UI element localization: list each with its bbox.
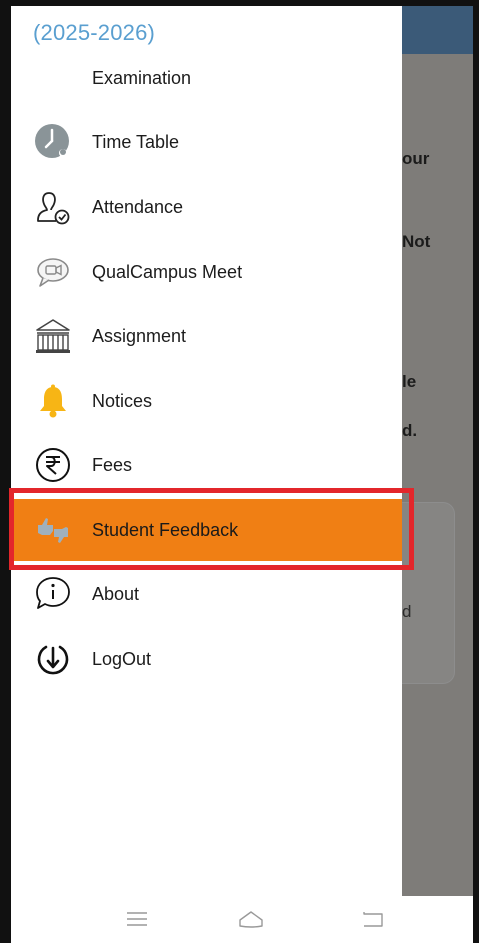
building-icon [33,316,73,356]
drawer-item-label: About [92,583,140,604]
info-icon [33,574,73,614]
drawer-item-label: Fees [92,454,133,475]
drawer-item-label: LogOut [92,648,152,669]
background-app-body [402,54,473,896]
drawer-item-time-table[interactable]: Time Table [11,111,402,173]
rupee-icon [33,445,73,485]
background-app-scrim[interactable]: our Not le d. d [402,6,473,896]
background-text-fragment: Not [402,232,431,251]
home-icon[interactable] [231,904,271,934]
drawer-item-attendance[interactable]: Attendance [11,176,402,238]
navigation-drawer: (2025-2026) Examination Time Table Atten… [11,6,402,896]
logout-icon [33,639,73,679]
system-navigation-bar [11,896,473,943]
drawer-item-about[interactable]: About [11,563,402,625]
background-text-fragment: le [402,372,417,391]
highlight-annotation [9,488,414,570]
drawer-item-label: Examination [92,67,192,88]
background-text-fragment: d [402,602,412,621]
drawer-item-assignment[interactable]: Assignment [11,305,402,367]
drawer-item-label: Attendance [92,196,184,217]
screen-frame-left [0,0,11,943]
drawer-item-label: Assignment [92,325,187,346]
drawer-item-logout[interactable]: LogOut [11,628,402,690]
video-chat-icon [33,252,73,292]
exam-icon [33,58,73,98]
drawer-item-qualcampus-meet[interactable]: QualCampus Meet [11,241,402,303]
background-text-fragment: d. [402,421,418,440]
drawer-item-examination[interactable]: Examination [11,47,402,109]
bell-icon [33,381,73,421]
drawer-item-fees[interactable]: Fees [11,434,402,496]
attendance-icon [33,187,73,227]
drawer-item-notices[interactable]: Notices [11,370,402,432]
background-app-header [402,6,473,54]
drawer-item-label: QualCampus Meet [92,261,243,282]
menu-icon[interactable] [117,904,157,934]
academic-year: (2025-2026) [33,20,156,45]
drawer-item-label: Time Table [92,131,180,152]
clock-icon [33,122,73,162]
screen-frame-right [473,0,479,943]
background-text-fragment: our [402,149,430,168]
back-icon[interactable] [353,904,393,934]
drawer-item-label: Notices [92,390,153,411]
